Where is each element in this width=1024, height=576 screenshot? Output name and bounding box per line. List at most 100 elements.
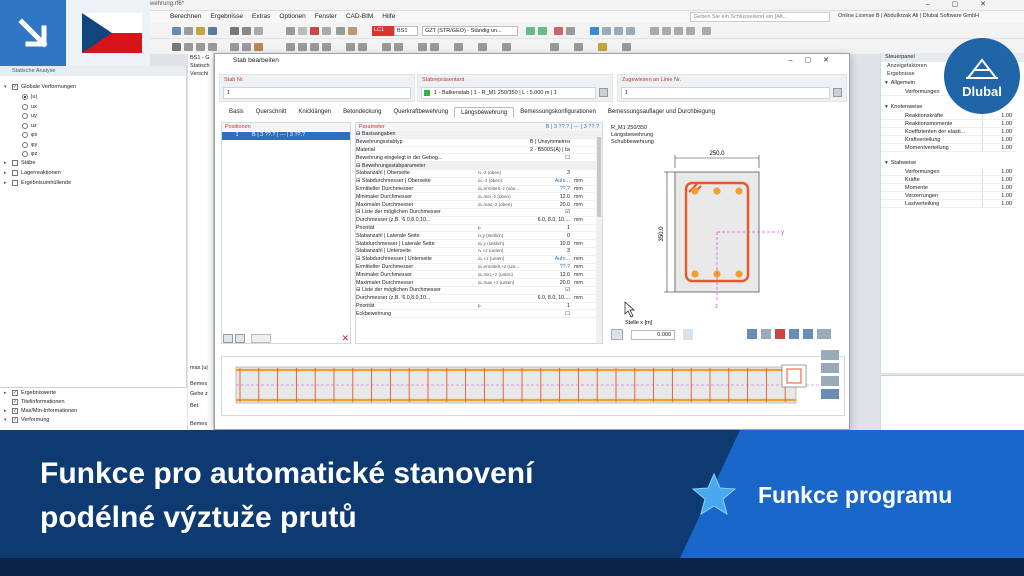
nav-ergebnisumhuellende[interactable]: ▸ Ergebnisumhüllende [4,180,71,186]
calc-icon[interactable] [230,27,239,35]
nav-titelinformationen[interactable]: Titelinformationen [4,399,65,405]
menu-item-6[interactable]: Hilfe [382,13,395,20]
select-line-icon[interactable] [833,88,842,97]
results-toggle-icon[interactable] [554,27,563,35]
parameter-row[interactable]: ⊟ Stabdurchmesser | Unterseite dₛ,+z (unt… [356,256,602,264]
new-icon[interactable] [184,27,193,35]
sketch-icon[interactable] [622,43,631,51]
nav-ergebniswerte[interactable]: ▸Ergebniswerte [4,390,56,396]
delete-position-icon[interactable]: ✕ [341,333,349,344]
expand-icon[interactable]: ▸ [4,170,9,176]
control-item-value[interactable]: 1.00 [982,200,1012,207]
nav-radio-2[interactable]: uy [22,113,37,119]
parameter-value[interactable]: ☑ [530,209,570,215]
elevation-zoom-icon[interactable] [821,363,839,373]
collapse-icon[interactable]: ▾ [4,84,9,90]
parameter-value[interactable]: Auto... [530,256,570,262]
add-position-icon[interactable] [223,334,233,343]
color-view-icon[interactable] [775,329,785,339]
tab-7[interactable]: Bemessungsauflager und Durchbiegung [602,107,721,118]
nav-radio-5[interactable]: φy [22,141,37,148]
radio-button[interactable] [22,132,28,138]
lagerreaktionen-checkbox[interactable] [12,170,18,176]
wireframe-icon[interactable] [662,27,671,35]
select-view-icon[interactable] [590,27,599,35]
dimension-view-icon[interactable] [761,329,771,339]
control-item-value[interactable]: 1.00 [982,136,1012,143]
control-group[interactable]: ▾ Stabweise [881,158,1024,168]
workplane-icon[interactable] [550,43,559,51]
prev-icon[interactable] [526,27,535,35]
parameter-row[interactable]: Priorität p 1 [356,303,602,311]
render-icon[interactable] [650,27,659,35]
open-icon[interactable] [196,27,205,35]
control-item[interactable]: Koeffizienten der elasti... 1.00 [881,128,1016,136]
positions-row[interactable]: 1 B | 3 ??.? | --- | 3 ??.? [222,132,350,140]
control-item[interactable]: Reaktionskräfte 1.00 [881,112,1016,120]
menu-item-0[interactable]: Berechnen [170,13,201,20]
clip-icon[interactable] [686,27,695,35]
radio-button[interactable] [22,103,28,110]
parameter-value[interactable]: ??.? [530,186,570,192]
parameter-value[interactable]: 6.0, 8.0, 10.... [530,295,570,301]
radio-button[interactable] [22,94,28,100]
parameter-value[interactable]: 1 [530,303,570,309]
radio-button[interactable] [22,151,28,157]
control-item[interactable]: Verzerrungen 1.00 [881,192,1016,200]
filter-view-icon[interactable] [747,329,757,339]
parameter-value[interactable]: ☑ [530,287,570,293]
divide-icon[interactable] [358,43,367,51]
parameter-row[interactable]: Maximaler Durchmesser dₛ,max,-z (oben) 20.… [356,201,602,209]
nav-radio-0[interactable]: |u| [22,94,37,100]
view-icon[interactable] [286,27,295,35]
menu-item-4[interactable]: Fenster [315,13,337,20]
parameter-value[interactable]: 12.0 [530,272,570,278]
control-item[interactable]: Kraftverteilung 1.00 [881,136,1016,144]
representative-field[interactable]: 1 - Balkenstab | 1 - R_M1 250/350 | L : … [421,87,596,99]
parameter-row[interactable]: Durchmesser (z.B. '6.0,8.0,10... 6.0, 8.0… [356,295,602,303]
parameter-row[interactable]: ⊟ Basisangaben [356,131,602,139]
menu-item-1[interactable]: Ergebnisse [210,13,243,20]
measure-icon[interactable] [478,43,487,51]
copy-icon[interactable] [346,43,355,51]
control-item[interactable]: Lastverteilung 1.00 [881,200,1016,208]
nav-staebe[interactable]: ▸ Stäbe [4,160,35,166]
parameter-value[interactable]: 12.0 [530,194,570,200]
tab-1[interactable]: Querschnitt [250,107,293,118]
support-icon[interactable] [254,43,263,51]
parameter-value[interactable]: 20.0 [530,280,570,286]
nav-verformung[interactable]: ▾Verformung [4,417,49,423]
rotate-icon[interactable] [310,43,319,51]
tab-5[interactable]: Längsbewehrung [454,107,515,118]
radio-button[interactable] [22,122,28,129]
radio-button[interactable] [22,113,28,119]
control-item-value[interactable]: 1.00 [982,120,1012,127]
stab-nr-field[interactable]: 1 [223,87,411,99]
parameter-row[interactable]: Minimaler Durchmesser dₛ,min,-z (oben) 12.… [356,193,602,202]
control-item-value[interactable]: 1.00 [982,192,1012,199]
parameter-row[interactable]: ⊟ Liste der möglichen Durchmesser ☑ [356,209,602,217]
display-icon[interactable] [322,27,331,35]
render-view-icon[interactable] [789,329,799,339]
control-item[interactable]: Kräfte 1.00 [881,176,1016,184]
section-options-icon[interactable] [611,329,623,340]
expand-icon[interactable]: ▸ [4,160,9,166]
elevation-filter-icon[interactable] [821,376,839,386]
parameter-value[interactable]: ??.? [530,264,570,270]
parameter-row[interactable]: Bewehrung eingelegt in der Gebog... ☐ [356,154,602,163]
results-icon[interactable] [242,27,251,35]
print-view-icon[interactable] [803,329,813,339]
move-icon[interactable] [298,43,307,51]
grid-icon[interactable] [430,43,439,51]
save-icon[interactable] [208,27,217,35]
values-icon[interactable] [566,27,575,35]
control-item[interactable]: Momente 1.00 [881,184,1016,192]
collapse-icon[interactable]: ▾ [885,160,888,166]
control-item-value[interactable]: 1.00 [982,144,1012,151]
nav-radio-6[interactable]: φz [22,151,37,157]
opening-icon[interactable] [242,43,251,51]
parameter-value[interactable]: 2 - B500S(A) | Isotro... [530,147,570,153]
expand-icon[interactable]: ▸ [4,180,9,186]
stelle-input[interactable]: 0.000 [631,330,675,340]
surface-icon[interactable] [208,43,217,51]
